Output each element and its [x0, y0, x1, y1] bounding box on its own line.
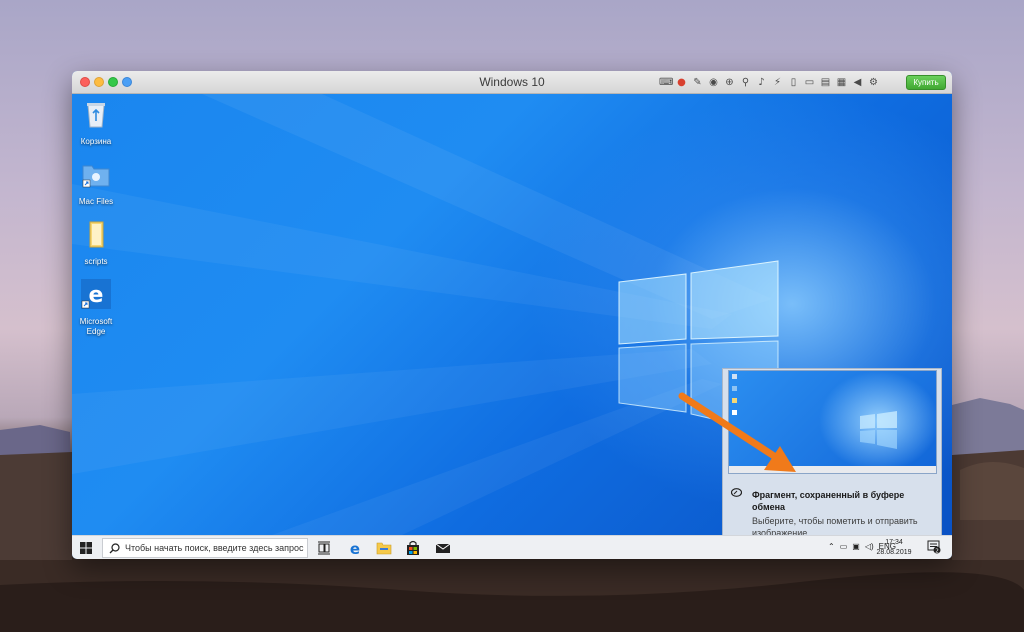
search-placeholder: Чтобы начать поиск, введите здесь запрос [125, 543, 304, 553]
chevron-up-icon[interactable]: ⌃ [828, 542, 835, 551]
desktop-icon-label: scripts [84, 257, 108, 266]
store-icon[interactable] [405, 540, 421, 556]
usb-icon[interactable]: ⚡ [771, 76, 784, 89]
printer2-icon[interactable]: ▦ [835, 76, 848, 89]
folder-icon [89, 221, 104, 248]
edge-icon[interactable]: e [347, 540, 363, 556]
recycle-bin-icon [87, 103, 105, 128]
mail-icon[interactable] [435, 540, 451, 556]
record-icon[interactable]: ● [675, 76, 688, 89]
search-icon [109, 543, 120, 554]
task-view-icon[interactable] [316, 540, 332, 556]
desktop-icon-label: Mac Files [78, 197, 114, 206]
orange-arrow-annotation [678, 392, 796, 472]
clock-time: 17:34 [885, 539, 903, 546]
notification-count: 2 [935, 548, 939, 554]
file-explorer-icon[interactable] [376, 540, 392, 556]
taskbar-search-box[interactable]: Чтобы начать поиск, введите здесь запрос [102, 538, 308, 558]
svg-text:e: e [350, 540, 360, 556]
window-titlebar[interactable]: Windows 10 ⌨ ● ✎ ◉ ⊕ ⚲ ♪ ⚡ ▯ ▭ ▤ ▦ ◀ ⚙ К… [72, 71, 952, 94]
mobile-icon[interactable]: ▯ [787, 76, 800, 89]
folder-icon [82, 165, 110, 188]
desktop-icon-recycle-bin[interactable]: Корзина [72, 99, 121, 147]
volume-icon[interactable]: ◁) [865, 542, 874, 551]
desktop-icon-label: Корзина [80, 137, 112, 146]
volume-icon[interactable]: ♪ [755, 76, 768, 89]
network-icon[interactable]: ▣ [852, 542, 860, 551]
action-center-button[interactable]: 2 [927, 540, 941, 554]
network-icon[interactable]: ⚲ [739, 76, 752, 89]
notification-title: Фрагмент, сохраненный в буфере обмена [752, 490, 905, 512]
printer-icon[interactable]: ▭ [803, 76, 816, 89]
folder-share-icon[interactable]: ▤ [819, 76, 832, 89]
edge-icon: e [81, 279, 111, 309]
desktop-icon-microsoft-edge[interactable]: e Microsoft Edge [72, 279, 121, 337]
snip-sketch-icon [731, 488, 742, 497]
keyboard-icon[interactable]: ⌨ [659, 76, 673, 89]
notification-text: Выберите, чтобы пометить и отправить изо… [752, 516, 918, 535]
gear-icon[interactable]: ⚙ [867, 76, 880, 89]
play-icon[interactable]: ◀ [851, 76, 864, 89]
camera-icon[interactable]: ◉ [707, 76, 720, 89]
notification-icon: 2 [927, 540, 941, 554]
desktop-icon-scripts[interactable]: scripts [72, 219, 121, 267]
target-icon[interactable]: ⊕ [723, 76, 736, 89]
windows-taskbar: Чтобы начать поиск, введите здесь запрос… [72, 535, 952, 559]
buy-button[interactable]: Купить [906, 75, 946, 90]
clock-date: 28.08.2019 [876, 549, 912, 556]
desktop-icon-mac-files[interactable]: Mac Files [72, 159, 121, 207]
taskbar-clock[interactable]: 17:34 28.08.2019 [874, 538, 914, 558]
desktop[interactable]: Корзина Mac Files scripts e Microsoft Ed… [72, 94, 952, 535]
pen-icon[interactable]: ✎ [691, 76, 704, 89]
battery-icon[interactable]: ▭ [840, 542, 848, 551]
svg-text:e: e [89, 283, 104, 308]
toolbar-icons: ⌨ ● ✎ ◉ ⊕ ⚲ ♪ ⚡ ▯ ▭ ▤ ▦ ◀ ⚙ [659, 76, 880, 90]
desktop-icon-label: Microsoft Edge [79, 317, 113, 336]
start-button[interactable] [79, 541, 93, 555]
vm-window: Windows 10 ⌨ ● ✎ ◉ ⊕ ⚲ ♪ ⚡ ▯ ▭ ▤ ▦ ◀ ⚙ К… [72, 71, 952, 559]
